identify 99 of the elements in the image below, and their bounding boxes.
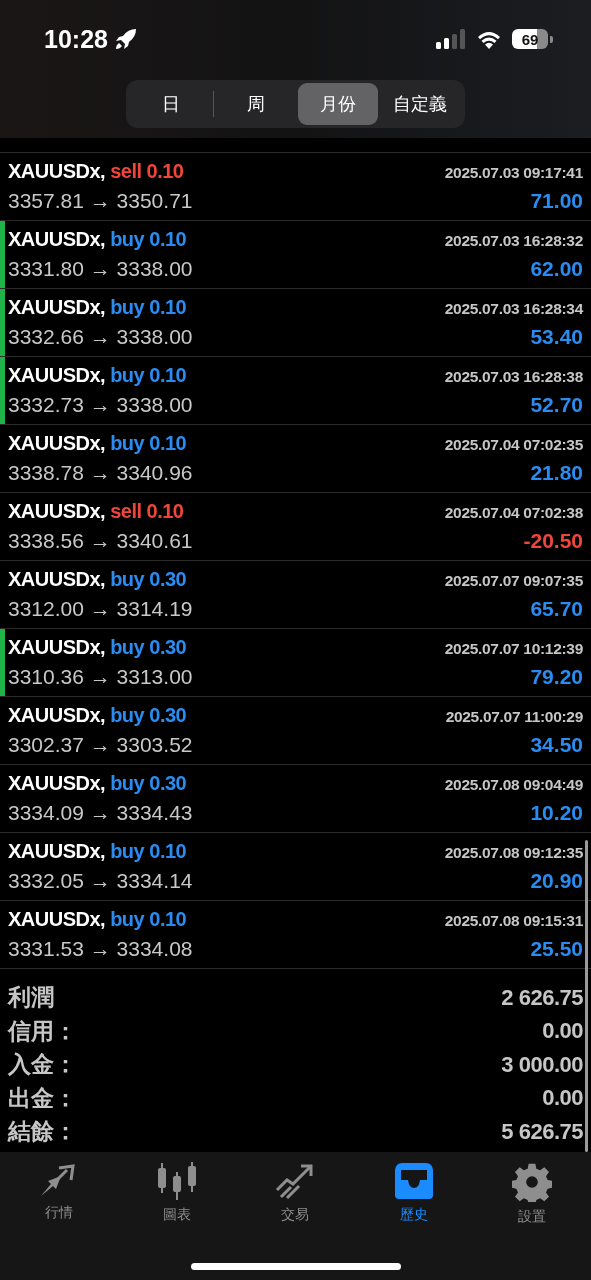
tab-bar-item[interactable]: 交易 <box>250 1162 341 1226</box>
summary-label: 信用： <box>8 1016 77 1046</box>
summary-label: 出金： <box>8 1083 77 1113</box>
deal-prices: 3334.09 → 3334.43 <box>8 801 193 825</box>
deal-prices: 3332.05 → 3334.14 <box>8 869 193 893</box>
battery-level: 69 <box>512 29 548 49</box>
deal-profit: -20.50 <box>523 529 583 553</box>
summary-label: 入金： <box>8 1050 77 1080</box>
trend-arrow-icon <box>275 1162 316 1200</box>
inbox-icon <box>393 1162 434 1200</box>
deal-profit: 53.40 <box>530 325 583 349</box>
deal-side: buy 0.10 <box>110 840 187 862</box>
deal-row[interactable]: XAUUSDx, buy 0.10 2025.07.03 16:28:34 3332.66 → 3338.00 53.40 <box>0 288 591 356</box>
deal-symbol: XAUUSDx, <box>8 704 106 726</box>
deal-time: 2025.07.07 10:12:39 <box>444 640 583 658</box>
deal-side: buy 0.10 <box>110 364 187 386</box>
deal-profit: 65.70 <box>530 597 583 621</box>
deal-time: 2025.07.08 09:12:35 <box>444 844 583 862</box>
deal-time: 2025.07.07 09:07:35 <box>444 572 583 590</box>
deal-prices: 3312.00 → 3314.19 <box>8 597 193 621</box>
deal-time: 2025.07.07 11:00:29 <box>445 708 583 726</box>
deal-symbol: XAUUSDx, <box>8 908 106 930</box>
deal-prices: 3331.80 → 3338.00 <box>8 257 193 281</box>
deal-time: 2025.07.08 09:04:49 <box>444 776 583 794</box>
deal-prices: 3332.66 → 3338.00 <box>8 325 193 349</box>
deal-profit: 52.70 <box>530 393 583 417</box>
deal-symbol: XAUUSDx, <box>8 160 106 182</box>
candlestick-icon <box>157 1162 198 1200</box>
deal-prices: 3357.81 → 3350.71 <box>8 189 193 213</box>
settings-icon <box>511 1162 552 1202</box>
wifi-icon <box>476 29 502 49</box>
clock-time: 10:28 <box>44 24 108 54</box>
deal-profit: 79.20 <box>530 665 583 689</box>
deal-symbol: XAUUSDx, <box>8 228 106 250</box>
tab-bar-item[interactable]: 行情 <box>14 1162 105 1226</box>
deal-row[interactable]: XAUUSDx, buy 0.30 2025.07.07 10:12:39 3310.36 → 3313.00 79.20 <box>0 628 591 696</box>
deal-time: 2025.07.03 16:28:38 <box>444 368 583 386</box>
deal-prices: 3338.56 → 3340.61 <box>8 529 193 553</box>
period-tab[interactable]: 周 <box>214 83 298 125</box>
period-tab[interactable]: 自定義 <box>378 83 462 125</box>
summary-label: 結餘： <box>8 1117 77 1147</box>
deal-prices: 3332.73 → 3338.00 <box>8 393 193 417</box>
deal-symbol: XAUUSDx, <box>8 296 106 318</box>
deal-profit: 25.50 <box>530 937 583 961</box>
deal-symbol: XAUUSDx, <box>8 636 106 658</box>
deal-profit: 21.80 <box>530 461 583 485</box>
deal-symbol: XAUUSDx, <box>8 432 106 454</box>
deal-time: 2025.07.03 16:28:32 <box>444 232 583 250</box>
deal-row[interactable]: XAUUSDx, buy 0.30 2025.07.07 11:00:29 3302.37 → 3303.52 34.50 <box>0 696 591 764</box>
period-tab[interactable]: 日 <box>129 83 213 125</box>
summary-value: 5 626.75 <box>501 1118 583 1145</box>
deal-side: buy 0.30 <box>110 772 187 794</box>
summary-value: 2 626.75 <box>501 984 583 1011</box>
deal-time: 2025.07.03 16:28:34 <box>444 300 583 318</box>
deal-row[interactable]: XAUUSDx, buy 0.10 2025.07.04 07:02:35 3338.78 → 3340.96 21.80 <box>0 424 591 492</box>
deal-prices: 3331.53 → 3334.08 <box>8 937 193 961</box>
deal-side: sell 0.10 <box>110 500 184 522</box>
deal-side: sell 0.10 <box>110 160 184 182</box>
deal-prices: 3302.37 → 3303.52 <box>8 733 193 757</box>
deal-prices: 3310.36 → 3313.00 <box>8 665 193 689</box>
tab-bar-item[interactable]: 歷史 <box>368 1162 459 1226</box>
deal-symbol: XAUUSDx, <box>8 772 106 794</box>
deal-row[interactable]: XAUUSDx, sell 0.10 2025.07.03 09:17:41 3357.81 → 3350.71 71.00 <box>0 152 591 220</box>
deal-symbol: XAUUSDx, <box>8 568 106 590</box>
deal-profit: 20.90 <box>530 869 583 893</box>
deal-side: buy 0.10 <box>110 296 187 318</box>
deal-time: 2025.07.03 09:17:41 <box>444 164 583 182</box>
deal-symbol: XAUUSDx, <box>8 500 106 522</box>
rocket-icon <box>113 27 138 51</box>
deal-row[interactable]: XAUUSDx, buy 0.10 2025.07.03 16:28:38 3332.73 → 3338.00 52.70 <box>0 356 591 424</box>
summary-label: 利潤 <box>8 983 54 1013</box>
deal-time: 2025.07.08 09:15:31 <box>444 912 583 930</box>
summary-value: 0.00 <box>542 1018 583 1045</box>
battery-tip <box>550 35 553 43</box>
deal-side: buy 0.10 <box>110 908 187 930</box>
summary-value: 3 000.00 <box>501 1051 583 1078</box>
deal-side: buy 0.10 <box>110 432 187 454</box>
tab-bar-item[interactable]: 設置 <box>486 1162 577 1226</box>
deal-time: 2025.07.04 07:02:35 <box>444 436 583 454</box>
deal-row[interactable]: XAUUSDx, sell 0.10 2025.07.04 07:02:38 3338.56 → 3340.61 -20.50 <box>0 492 591 560</box>
deal-symbol: XAUUSDx, <box>8 364 106 386</box>
deal-side: buy 0.30 <box>110 568 187 590</box>
deal-prices: 3338.78 → 3340.96 <box>8 461 193 485</box>
deal-symbol: XAUUSDx, <box>8 840 106 862</box>
deal-row[interactable]: XAUUSDx, buy 0.10 2025.07.03 16:28:32 3331.80 → 3338.00 62.00 <box>0 220 591 288</box>
period-tab[interactable]: 月份 <box>298 83 378 125</box>
deal-profit: 62.00 <box>530 257 583 281</box>
tab-bar-item[interactable]: 圖表 <box>132 1162 223 1226</box>
deal-row[interactable]: XAUUSDx, buy 0.30 2025.07.07 09:07:35 3312.00 → 3314.19 65.70 <box>0 560 591 628</box>
deal-side: buy 0.10 <box>110 228 187 250</box>
signal-icon <box>436 29 466 49</box>
deal-side: buy 0.30 <box>110 636 187 658</box>
deal-profit: 71.00 <box>530 189 583 213</box>
deal-profit: 10.20 <box>530 801 583 825</box>
deal-row[interactable]: XAUUSDx, buy 0.30 2025.07.08 09:04:49 3334.09 → 3334.43 10.20 <box>0 764 591 832</box>
deal-profit: 34.50 <box>530 733 583 757</box>
deal-side: buy 0.30 <box>110 704 187 726</box>
summary-value: 0.00 <box>542 1085 583 1112</box>
deal-time: 2025.07.04 07:02:38 <box>444 504 583 522</box>
